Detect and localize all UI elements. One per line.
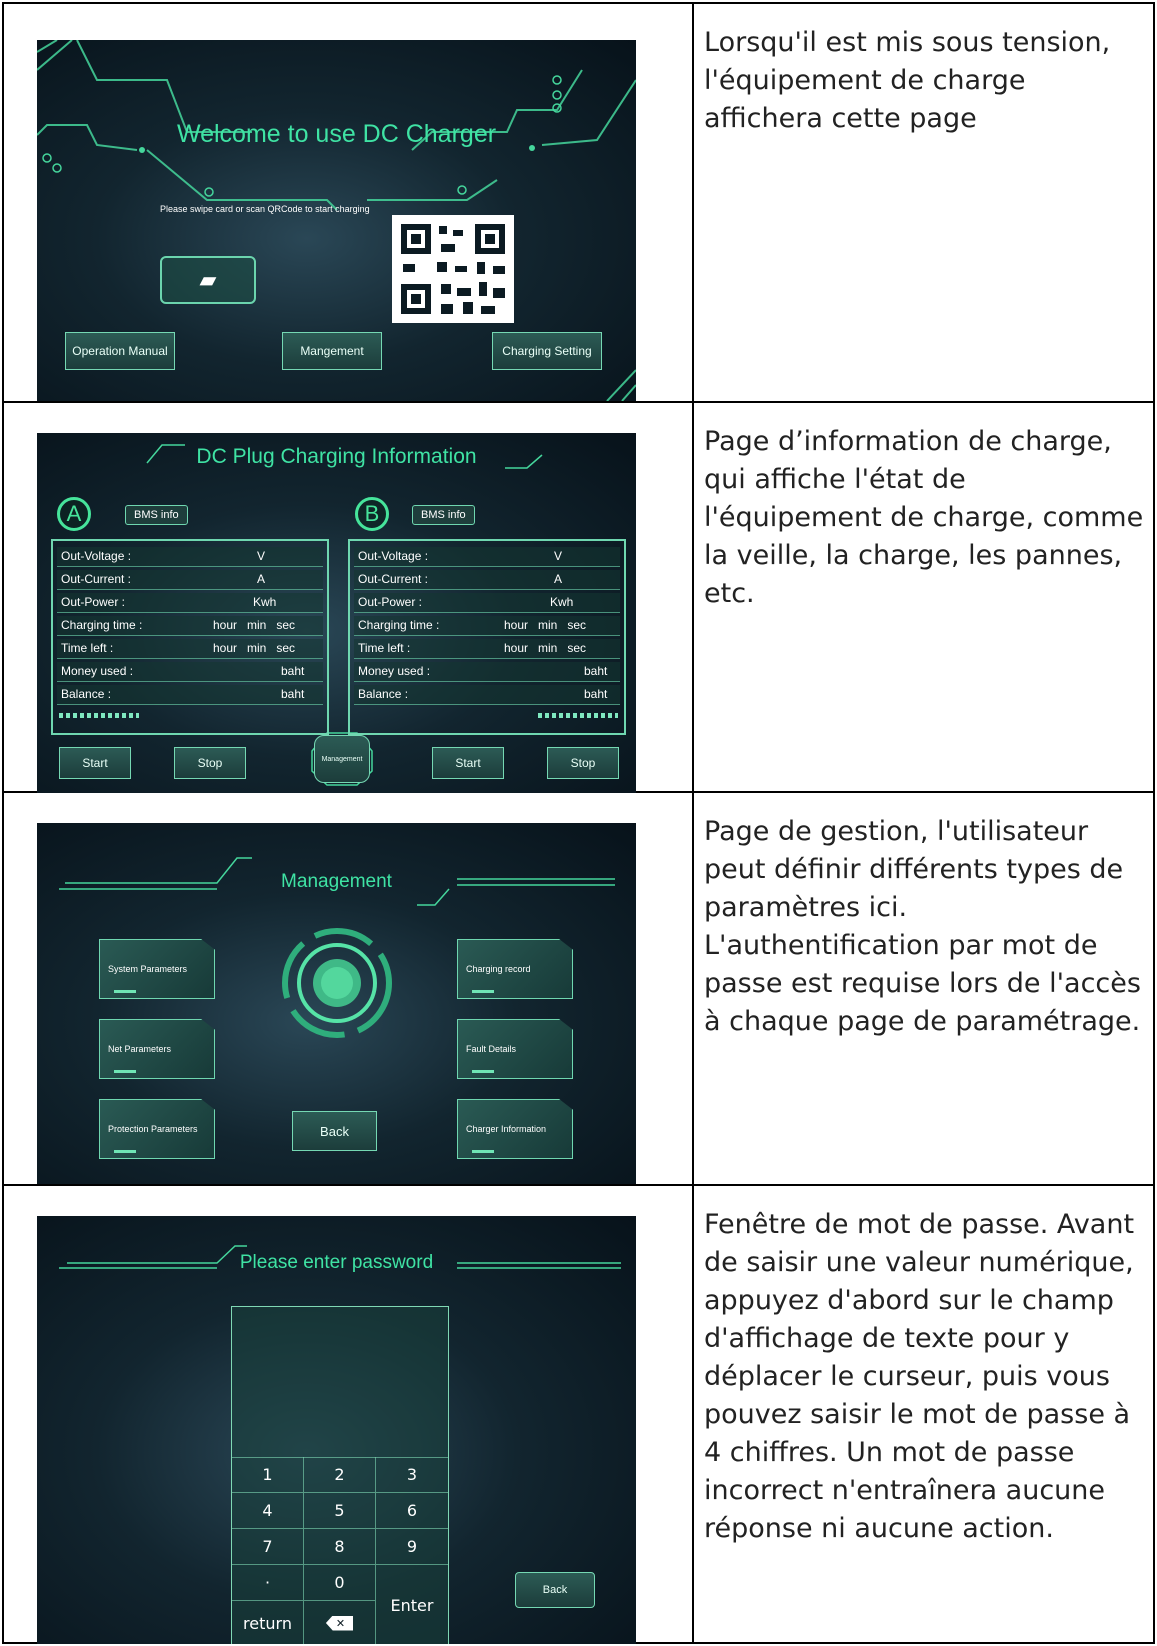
info-row-charging-time: Charging time : hour min sec [57, 616, 323, 636]
row-description: Lorsqu'il est mis sous tension, l'équipe… [704, 27, 1111, 134]
enter-key[interactable]: Enter [376, 1565, 448, 1644]
password-display-field[interactable] [232, 1307, 448, 1458]
column-divider [692, 403, 694, 791]
system-parameters-card[interactable]: System Parameters [99, 939, 215, 999]
key-1[interactable]: 1 [232, 1457, 304, 1493]
key-7[interactable]: 7 [232, 1529, 304, 1565]
row-description: Fenêtre de mot de passe. Avant de saisir… [704, 1209, 1135, 1544]
info-row-time-left: Time left : hour min sec [354, 639, 620, 659]
key-dot[interactable]: · [232, 1565, 304, 1601]
back-button[interactable]: Back [515, 1572, 595, 1608]
backspace-key[interactable]: ✕ [304, 1601, 376, 1644]
column-divider [692, 4, 694, 401]
info-row-current: Out-Current :A [57, 570, 323, 590]
info-row-balance: Balance : baht [354, 685, 620, 705]
table-row: Management System Parameters Net Paramet… [4, 793, 1153, 1186]
screen-title: Welcome to use DC Charger [176, 120, 497, 148]
password-screen: Please enter password 1 2 3 4 5 6 7 8 9 … [37, 1216, 636, 1644]
table-row: Welcome to use DC Charger Please swipe c… [4, 4, 1153, 403]
start-button-a[interactable]: Start [59, 747, 131, 779]
table-row: Please enter password 1 2 3 4 5 6 7 8 9 … [4, 1186, 1153, 1644]
management-screen: Management System Parameters Net Paramet… [37, 823, 636, 1184]
screen-title: DC Plug Charging Information [196, 445, 477, 468]
return-key[interactable]: return [232, 1601, 304, 1644]
management-button[interactable]: Mangement [282, 332, 382, 370]
key-5[interactable]: 5 [304, 1493, 376, 1529]
charger-information-card[interactable]: Charger Information [457, 1099, 573, 1159]
bms-info-button-a[interactable]: BMS info [125, 505, 188, 525]
backspace-icon: ✕ [325, 1615, 354, 1631]
table-row: DC Plug Charging Information A BMS info … [4, 403, 1153, 793]
card-icon: ▰ [199, 267, 217, 292]
protection-parameters-card[interactable]: Protection Parameters [99, 1099, 215, 1159]
key-0[interactable]: 0 [304, 1565, 376, 1601]
management-button[interactable]: Management [314, 735, 370, 783]
key-8[interactable]: 8 [304, 1529, 376, 1565]
gun-b-badge[interactable]: B [355, 497, 389, 531]
row-description: Page de gestion, l'utilisateur peut défi… [704, 816, 1141, 1037]
stop-button-b[interactable]: Stop [547, 747, 619, 779]
charging-setting-button[interactable]: Charging Setting [492, 332, 602, 370]
info-row-power: Out-Power : Kwh [57, 593, 323, 613]
screen-title: Management [281, 871, 392, 892]
info-row-charging-time: Charging time : hour min sec [354, 616, 620, 636]
progress-ticks-b [538, 713, 618, 718]
charging-record-card[interactable]: Charging record [457, 939, 573, 999]
qr-code [392, 215, 514, 323]
key-2[interactable]: 2 [304, 1457, 376, 1493]
start-button-b[interactable]: Start [432, 747, 504, 779]
welcome-screen: Welcome to use DC Charger Please swipe c… [37, 40, 636, 401]
key-9[interactable]: 9 [376, 1529, 448, 1565]
info-row-voltage: Out-Voltage :V [57, 547, 323, 567]
gun-b-info-panel: Out-Voltage :V Out-Current :A Out-Power … [348, 539, 626, 735]
info-row-balance: Balance : baht [57, 685, 323, 705]
charging-info-screen: DC Plug Charging Information A BMS info … [37, 433, 636, 793]
key-6[interactable]: 6 [376, 1493, 448, 1529]
fault-details-card[interactable]: Fault Details [457, 1019, 573, 1079]
column-divider [692, 793, 694, 1184]
gun-a-badge[interactable]: A [57, 497, 91, 531]
row-description: Page d’information de charge, qui affich… [704, 426, 1144, 609]
info-row-time-left: Time left : hour min sec [57, 639, 323, 659]
key-4[interactable]: 4 [232, 1493, 304, 1529]
screen-title: Please enter password [239, 1252, 434, 1273]
bms-info-button-b[interactable]: BMS info [412, 505, 475, 525]
info-row-money-used: Money used : baht [354, 662, 620, 682]
progress-ticks-a [59, 713, 139, 718]
net-parameters-card[interactable]: Net Parameters [99, 1019, 215, 1079]
password-keypad: 1 2 3 4 5 6 7 8 9 · 0 Enter return ✕ [231, 1306, 449, 1644]
info-row-power: Out-Power : Kwh [354, 593, 620, 613]
info-row-current: Out-Current :A [354, 570, 620, 590]
info-row-voltage: Out-Voltage :V [354, 547, 620, 567]
stop-button-a[interactable]: Stop [174, 747, 246, 779]
key-3[interactable]: 3 [376, 1457, 448, 1493]
document-table: Welcome to use DC Charger Please swipe c… [2, 2, 1155, 1644]
card-swipe-button[interactable]: ▰ [160, 256, 256, 304]
operation-manual-button[interactable]: Operation Manual [65, 332, 175, 370]
column-divider [692, 1186, 694, 1644]
gun-a-info-panel: Out-Voltage :V Out-Current :A Out-Power … [51, 539, 329, 735]
center-ring-icon [282, 928, 392, 1038]
back-button[interactable]: Back [292, 1111, 377, 1151]
swipe-instruction: Please swipe card or scan QRCode to star… [160, 204, 370, 214]
info-row-money-used: Money used : baht [57, 662, 323, 682]
